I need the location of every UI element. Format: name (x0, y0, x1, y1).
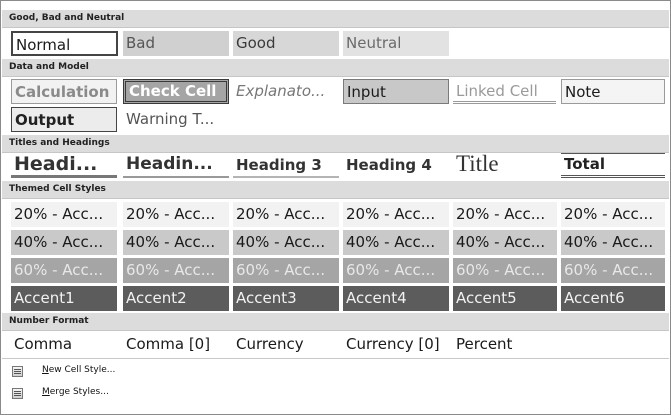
section-title: Number Format (9, 316, 89, 326)
style-40-accent3[interactable]: 40% - Acc... (233, 230, 339, 255)
style-currency-0[interactable]: Currency [0] (343, 332, 449, 357)
style-note[interactable]: Note (561, 79, 665, 104)
style-accent5[interactable]: Accent5 (453, 286, 557, 311)
style-explanatory[interactable]: Explanato... (233, 79, 339, 104)
merge-styles-label: Merge Styles... (42, 387, 109, 397)
new-cell-style-label: New Cell Style... (42, 365, 116, 375)
style-bad[interactable]: Bad (123, 31, 229, 56)
style-20-accent4[interactable]: 20% - Acc... (343, 202, 449, 227)
style-accent6[interactable]: Accent6 (561, 286, 665, 311)
section-header-number-format: Number Format (2, 313, 669, 331)
style-heading-2[interactable]: Headin... (123, 153, 229, 178)
style-20-accent1[interactable]: 20% - Acc... (11, 202, 117, 227)
style-40-accent5[interactable]: 40% - Acc... (453, 230, 557, 255)
style-accent1[interactable]: Accent1 (11, 286, 117, 311)
section-title: Titles and Headings (9, 138, 110, 148)
section-header-themed: Themed Cell Styles (2, 181, 669, 199)
style-heading-3[interactable]: Heading 3 (233, 153, 339, 178)
style-60-accent2[interactable]: 60% - Acc... (123, 258, 229, 283)
style-60-accent6[interactable]: 60% - Acc... (561, 258, 665, 283)
style-percent[interactable]: Percent (453, 332, 557, 357)
new-cell-style-menu-item[interactable]: New Cell Style... (9, 362, 309, 382)
section-header-good-bad-neutral: Good, Bad and Neutral (2, 10, 669, 28)
style-40-accent6[interactable]: 40% - Acc... (561, 230, 665, 255)
section-title: Data and Model (9, 62, 89, 72)
style-20-accent3[interactable]: 20% - Acc... (233, 202, 339, 227)
style-40-accent2[interactable]: 40% - Acc... (123, 230, 229, 255)
style-comma-0[interactable]: Comma [0] (123, 332, 229, 357)
style-comma[interactable]: Comma (11, 332, 117, 357)
style-title[interactable]: Title (453, 151, 559, 178)
style-input[interactable]: Input (343, 79, 449, 104)
style-40-accent1[interactable]: 40% - Acc... (11, 230, 117, 255)
style-output[interactable]: Output (11, 107, 117, 132)
style-heading-4[interactable]: Heading 4 (343, 153, 449, 178)
menu-divider (2, 358, 669, 359)
style-normal[interactable]: Normal (11, 31, 118, 56)
section-title: Good, Bad and Neutral (9, 13, 125, 23)
style-warning-text[interactable]: Warning T... (123, 107, 229, 132)
style-20-accent2[interactable]: 20% - Acc... (123, 202, 229, 227)
section-title: Themed Cell Styles (9, 184, 106, 194)
style-total[interactable]: Total (561, 153, 665, 178)
style-heading-1[interactable]: Headi... (11, 153, 117, 178)
cell-styles-gallery: Good, Bad and Neutral Normal Bad Good Ne… (0, 0, 671, 415)
style-accent4[interactable]: Accent4 (343, 286, 449, 311)
style-20-accent5[interactable]: 20% - Acc... (453, 202, 557, 227)
style-20-accent6[interactable]: 20% - Acc... (561, 202, 665, 227)
style-60-accent5[interactable]: 60% - Acc... (453, 258, 557, 283)
style-linked-cell[interactable]: Linked Cell (453, 79, 556, 104)
merge-styles-menu-item[interactable]: Merge Styles... (9, 384, 309, 404)
style-good[interactable]: Good (233, 31, 339, 56)
style-calculation[interactable]: Calculation (11, 79, 117, 104)
style-40-accent4[interactable]: 40% - Acc... (343, 230, 449, 255)
section-header-data-model: Data and Model (2, 59, 669, 77)
new-style-icon (12, 366, 23, 377)
style-currency[interactable]: Currency (233, 332, 339, 357)
style-accent3[interactable]: Accent3 (233, 286, 339, 311)
style-neutral[interactable]: Neutral (343, 31, 449, 56)
style-60-accent3[interactable]: 60% - Acc... (233, 258, 339, 283)
merge-styles-icon (12, 388, 23, 399)
style-60-accent4[interactable]: 60% - Acc... (343, 258, 449, 283)
style-check-cell[interactable]: Check Cell (123, 79, 229, 104)
style-accent2[interactable]: Accent2 (123, 286, 229, 311)
section-header-titles-headings: Titles and Headings (2, 135, 669, 153)
style-60-accent1[interactable]: 60% - Acc... (11, 258, 117, 283)
